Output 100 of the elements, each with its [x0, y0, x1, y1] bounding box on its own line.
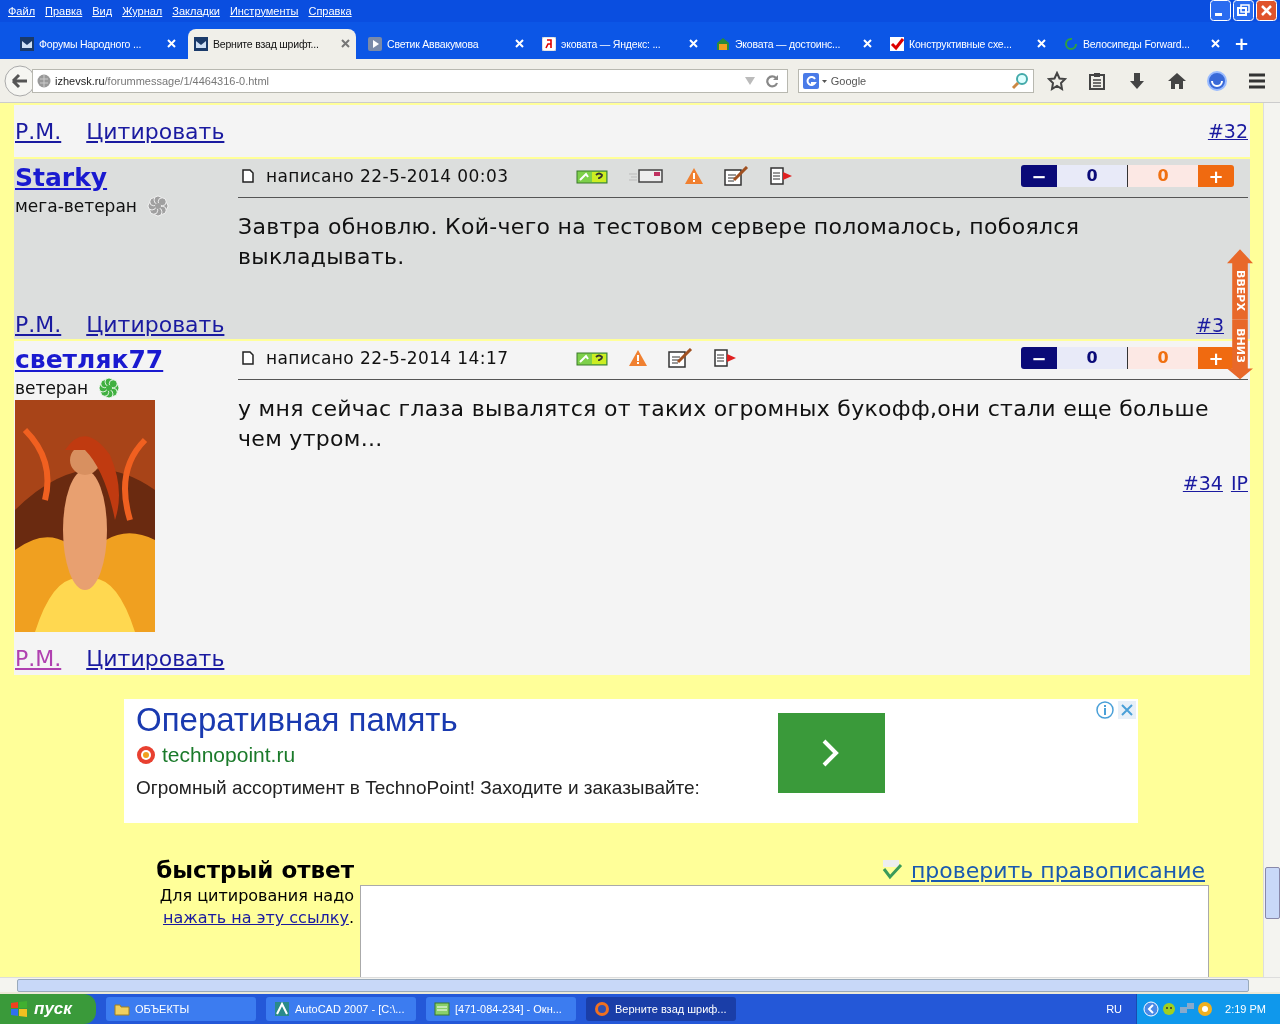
ad-text: Огромный ассортимент в TechnoPoint! Заходите и заказывайте: [136, 777, 701, 800]
tab-favicon-icon [20, 37, 34, 51]
clipboard-list-icon[interactable] [1087, 70, 1107, 91]
search-engine-icon [802, 72, 827, 89]
menu-item[interactable]: Закладки [170, 4, 228, 17]
browser-tab[interactable]: Светик Аввакумова [362, 29, 530, 59]
info-icon[interactable] [1096, 701, 1114, 720]
vertical-scrollbar[interactable] [1263, 103, 1280, 978]
page-icon [242, 169, 254, 184]
browser-tab[interactable]: Эковата — достоинс... [710, 29, 878, 59]
quote-link[interactable]: Цитировать [86, 312, 225, 338]
quote-link[interactable]: Цитировать [86, 118, 225, 144]
tab-favicon-icon [716, 37, 730, 51]
pm-link[interactable]: Р.М. [15, 312, 62, 338]
post-number-link[interactable]: #32 [1207, 120, 1248, 143]
browser-tab[interactable]: Конструктивные схе... [884, 29, 1052, 59]
menu-item[interactable]: Справка [306, 4, 360, 17]
user-rank: ветеран [15, 378, 89, 399]
tab-favicon-icon [1064, 37, 1078, 51]
tray-app-icon[interactable] [1197, 1001, 1214, 1017]
clock: 2:19 PM [1225, 1003, 1266, 1015]
close-button[interactable] [1256, 0, 1277, 22]
spellcheck-icon [880, 860, 903, 881]
author-link[interactable]: светляк77 [15, 345, 164, 376]
post-text: Завтра обновлю. Кой-чего на тестовом сервере поломалось, побоялся выкладывать. [238, 213, 1081, 272]
smiley-icon[interactable] [1207, 70, 1227, 91]
quote-link[interactable]: нажать на эту ссылку [163, 908, 349, 928]
minimize-button[interactable] [1210, 0, 1231, 22]
vote-down-count: 0 [1057, 347, 1128, 370]
taskbar-button[interactable]: AutoCAD 2007 - [C:\... [266, 997, 416, 1021]
ad-domain: technopoint.ru [162, 743, 296, 768]
browser-tab[interactable]: Верните взад шрифт... [188, 29, 356, 59]
vote-down-button[interactable]: − [1021, 347, 1057, 370]
menu-item[interactable]: Вид [90, 4, 121, 17]
page-icon [242, 351, 254, 366]
taskbar-button[interactable]: [471-084-234] - Окн... [426, 997, 576, 1021]
edit-icon[interactable] [668, 348, 694, 369]
close-icon[interactable] [1118, 701, 1136, 720]
post-number-link[interactable]: #3 [1196, 313, 1224, 336]
taskbar-button[interactable]: Верните взад шриф... [586, 997, 736, 1021]
bookmark-star-icon[interactable] [1047, 70, 1067, 91]
quote-link[interactable]: Цитировать [86, 646, 225, 672]
app-icon [434, 1001, 450, 1017]
question-icon[interactable] [576, 168, 608, 185]
ad-banner[interactable]: Оперативная память technopoint.ru Огромный ассортимент в TechnoPoint! Заходите и заказывайте: [124, 699, 1138, 824]
exit-icon[interactable] [714, 349, 738, 368]
question-icon[interactable] [576, 350, 608, 367]
vote-up-count: 0 [1128, 165, 1198, 188]
vote-down-count: 0 [1057, 165, 1128, 188]
user-rank: мега-ветеран [15, 196, 137, 217]
browser-tab[interactable]: Велосипеды Forward... [1058, 29, 1226, 59]
quote-hint: Для цитирования надо нажать на эту ссылку. [158, 885, 354, 930]
vote-down-button[interactable]: − [1021, 165, 1057, 188]
exit-icon[interactable] [770, 167, 794, 186]
home-icon[interactable] [1167, 70, 1187, 91]
new-tab-button[interactable]: + [1226, 29, 1258, 59]
tab-favicon-icon [194, 37, 208, 51]
app-icon [114, 1001, 130, 1017]
post-number-link[interactable]: #34 [1182, 472, 1223, 495]
warning-icon[interactable] [684, 167, 704, 186]
menu-item[interactable]: Инструменты [227, 4, 307, 17]
tray-chevron-icon[interactable] [1143, 1001, 1160, 1017]
warning-icon[interactable] [628, 349, 648, 368]
pm-link[interactable]: Р.М. [15, 118, 62, 144]
ad-title-link[interactable]: Оперативная память [136, 701, 766, 740]
taskbar-button[interactable]: ОБЪЕКТЫ [106, 997, 256, 1021]
search-icon[interactable] [1011, 71, 1029, 90]
start-button[interactable]: пуск [0, 994, 96, 1024]
pm-link[interactable]: Р.М. [15, 646, 62, 672]
post-date: написано 22-5-2014 14:17 [266, 348, 510, 369]
ip-link[interactable]: IP [1230, 472, 1248, 495]
site-logo-icon [136, 745, 156, 766]
close-tab-icon[interactable] [341, 39, 350, 49]
author-link[interactable]: Starky [15, 163, 108, 194]
post-text: у мня сейчас глаза вывалятся от таких огромных букофф,они стали еще больше чем утром... [238, 395, 1210, 454]
address-field[interactable]: izhevsk.ru/forummessage/1/4464316-0.html [32, 68, 788, 93]
menu-item[interactable]: Файл [6, 4, 44, 17]
reload-icon[interactable] [764, 73, 779, 88]
tab-favicon-icon [542, 37, 556, 51]
browser-tab[interactable]: Форумы Народного ... [14, 29, 182, 59]
menu-item[interactable]: Правка [43, 4, 91, 17]
horizontal-scrollbar[interactable] [0, 977, 1280, 992]
spellcheck-link[interactable]: проверить правописание [910, 857, 1205, 883]
globe-icon [37, 73, 51, 88]
reply-field[interactable] [360, 885, 1209, 978]
search-field[interactable]: Google [797, 68, 1034, 93]
language-indicator[interactable]: RU [1106, 1003, 1123, 1015]
tab-favicon-icon [890, 37, 904, 51]
browser-tab[interactable]: эковата — Яндекс: ... [536, 29, 704, 59]
tray-app-icon[interactable] [1161, 1001, 1178, 1017]
dropdown-icon [744, 76, 755, 85]
quick-reply-title: быстрый ответ [156, 856, 354, 886]
envelope-icon[interactable] [628, 168, 664, 185]
edit-icon[interactable] [724, 166, 750, 187]
ad-arrow-button[interactable] [778, 713, 885, 794]
windows-logo-icon [10, 1000, 28, 1018]
restore-button[interactable] [1233, 0, 1254, 22]
menu-item[interactable]: Журнал [120, 4, 171, 17]
download-icon[interactable] [1127, 70, 1147, 91]
app-icon [274, 1001, 290, 1017]
